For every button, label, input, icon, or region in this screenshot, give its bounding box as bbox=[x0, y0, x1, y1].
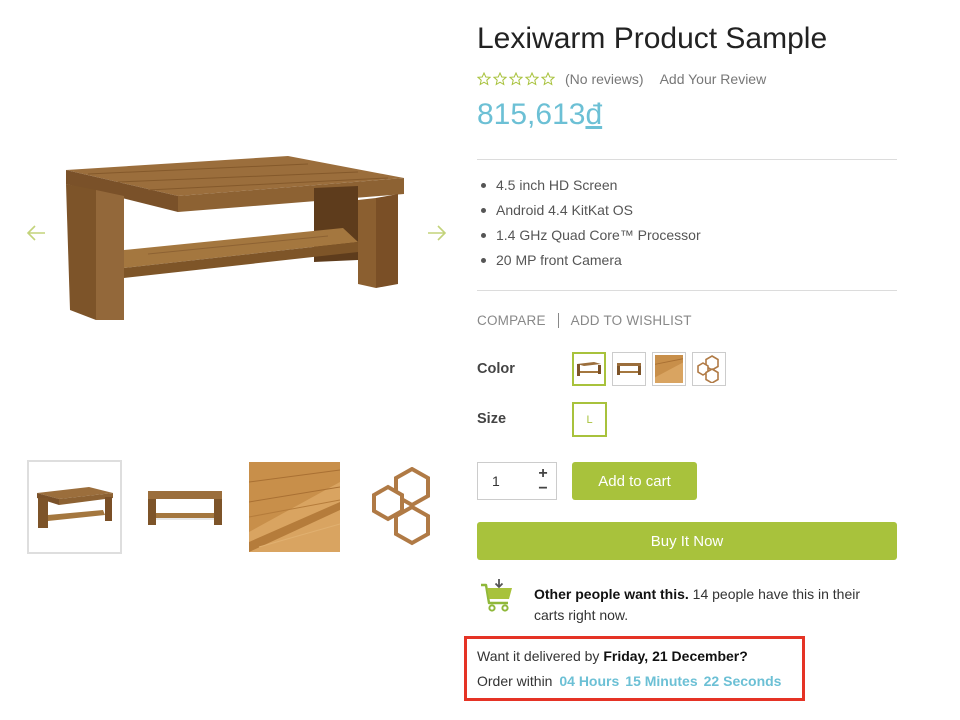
quantity-stepper: + − bbox=[477, 462, 557, 500]
thumbnail-coffee-table-angle[interactable] bbox=[27, 460, 122, 554]
color-swatch-coffee-table-angle[interactable] bbox=[572, 352, 606, 386]
add-to-wishlist-link[interactable]: ADD TO WISHLIST bbox=[571, 313, 692, 328]
feature-item: Android 4.4 KitKat OS bbox=[477, 200, 897, 225]
product-price: 815,613đ bbox=[477, 98, 602, 132]
divider bbox=[477, 159, 897, 160]
color-swatch-wood-texture[interactable] bbox=[652, 352, 686, 386]
countdown-hours: 04 Hours bbox=[559, 673, 620, 689]
delivery-date: Friday, 21 December? bbox=[603, 648, 748, 664]
main-product-image bbox=[66, 156, 404, 320]
product-title: Lexiwarm Product Sample bbox=[477, 22, 828, 55]
feature-item: 20 MP front Camera bbox=[477, 250, 897, 275]
thumbnail-coffee-table-front[interactable] bbox=[137, 460, 232, 554]
arrow-right-icon[interactable] bbox=[426, 222, 448, 244]
product-gallery bbox=[0, 0, 460, 720]
social-proof-bold: Other people want this. bbox=[534, 586, 689, 602]
rating-stars bbox=[477, 72, 555, 86]
thumbnail-strip bbox=[27, 460, 452, 554]
star-empty-icon bbox=[541, 72, 555, 86]
product-links: COMPARE ADD TO WISHLIST bbox=[477, 313, 692, 328]
shopping-cart-icon bbox=[481, 579, 512, 612]
social-proof-text: Other people want this. 14 people have t… bbox=[534, 584, 894, 626]
countdown-seconds: 22 Seconds bbox=[703, 673, 782, 689]
arrow-left-icon[interactable] bbox=[25, 222, 47, 244]
countdown-timer: 04 Hours 15 Minutes 22 Seconds bbox=[559, 673, 787, 689]
delivery-countdown-box: Want it delivered by Friday, 21 December… bbox=[464, 636, 805, 701]
quantity-minus-button[interactable]: − bbox=[536, 481, 550, 497]
price-currency: đ bbox=[585, 98, 603, 131]
color-label: Color bbox=[477, 361, 515, 377]
size-label: Size bbox=[477, 411, 507, 427]
price-amount: 815,613 bbox=[477, 98, 586, 131]
feature-item: 1.4 GHz Quad Core™ Processor bbox=[477, 225, 897, 250]
divider bbox=[477, 290, 897, 291]
thumbnail-hexagon-shelves[interactable] bbox=[357, 460, 452, 554]
buy-it-now-button[interactable]: Buy It Now bbox=[477, 522, 897, 560]
star-empty-icon bbox=[525, 72, 539, 86]
add-review-link[interactable]: Add Your Review bbox=[660, 71, 767, 87]
no-reviews-text: (No reviews) bbox=[565, 71, 644, 87]
thumbnail-wood-texture[interactable] bbox=[247, 460, 342, 554]
delivery-date-line: Want it delivered by Friday, 21 December… bbox=[477, 648, 748, 664]
size-option-l[interactable]: L bbox=[572, 402, 607, 437]
product-info: Lexiwarm Product Sample (No reviews) Add… bbox=[477, 0, 897, 720]
feature-item: 4.5 inch HD Screen bbox=[477, 175, 897, 200]
rating-row: (No reviews) Add Your Review bbox=[477, 70, 766, 88]
feature-list: 4.5 inch HD Screen Android 4.4 KitKat OS… bbox=[477, 175, 897, 275]
star-empty-icon bbox=[477, 72, 491, 86]
countdown-minutes: 15 Minutes bbox=[625, 673, 698, 689]
quantity-input[interactable] bbox=[478, 463, 528, 499]
delivery-prefix: Want it delivered by bbox=[477, 648, 604, 664]
order-within-label: Order within bbox=[477, 673, 553, 689]
link-separator bbox=[557, 313, 559, 328]
color-swatch-hexagon-shelves[interactable] bbox=[692, 352, 726, 386]
star-empty-icon bbox=[493, 72, 507, 86]
compare-link[interactable]: COMPARE bbox=[477, 313, 546, 328]
order-within-line: Order within 04 Hours 15 Minutes 22 Second… bbox=[477, 673, 787, 689]
color-swatch-coffee-table-front[interactable] bbox=[612, 352, 646, 386]
star-empty-icon bbox=[509, 72, 523, 86]
social-proof: Other people want this. 14 people have t… bbox=[477, 578, 897, 623]
add-to-cart-button[interactable]: Add to cart bbox=[572, 462, 697, 500]
